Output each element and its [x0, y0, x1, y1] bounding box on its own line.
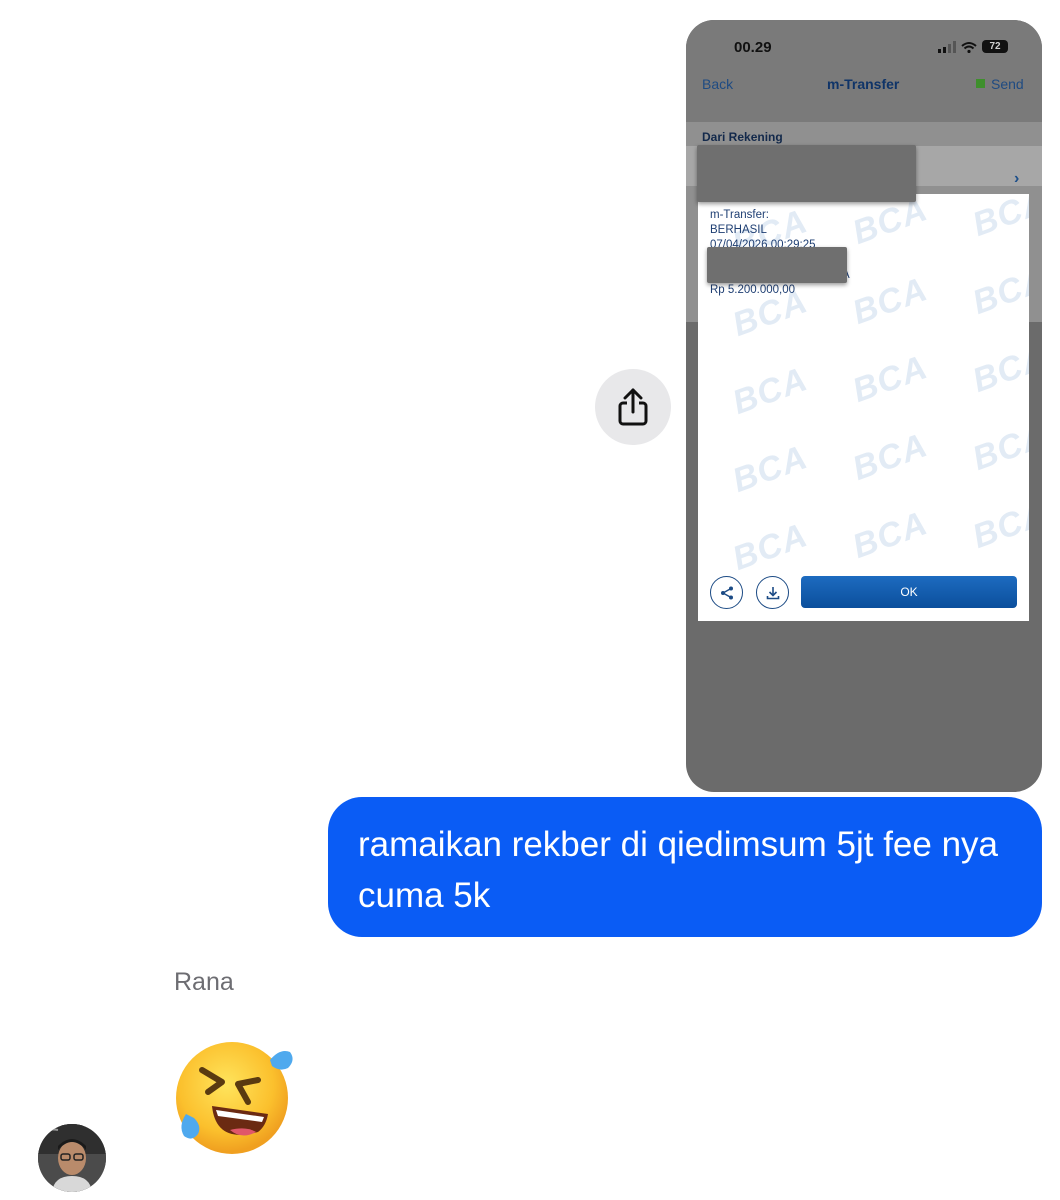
- section-label: Dari Rekening: [702, 130, 783, 144]
- redaction-block: [707, 247, 847, 283]
- receipt-type: m-Transfer:: [710, 209, 769, 221]
- watermark: BCA: [967, 416, 1029, 478]
- send-label: Send: [991, 76, 1024, 92]
- ok-button[interactable]: OK: [801, 576, 1017, 608]
- watermark: BCA: [967, 260, 1029, 322]
- battery-indicator: 72: [982, 40, 1008, 53]
- receipt-amount: Rp 5.200.000,00: [710, 284, 796, 296]
- watermark: BCA: [847, 270, 933, 332]
- green-square-icon: [976, 79, 985, 88]
- nav-title: m-Transfer: [827, 76, 900, 92]
- redaction-block: [697, 145, 916, 202]
- share-icon: [618, 388, 648, 426]
- share-nodes-icon: [720, 586, 733, 599]
- phone-status-bar: 00.29 72: [686, 20, 1042, 78]
- rolling-laughing-emoji-icon[interactable]: [172, 1040, 296, 1163]
- status-time: 00.29: [734, 39, 772, 56]
- watermark: BCA: [967, 194, 1029, 244]
- watermark: BCA: [727, 360, 813, 422]
- share-button[interactable]: [595, 369, 671, 445]
- watermark: BCA: [847, 504, 933, 566]
- phone-nav-bar: Back m-Transfer Send: [686, 76, 1042, 122]
- watermark: BCA: [847, 426, 933, 488]
- sender-name: Rana: [174, 968, 234, 996]
- receipt-share-button[interactable]: [710, 576, 743, 609]
- watermark: BCA: [967, 338, 1029, 400]
- watermark: BCA: [847, 194, 933, 252]
- chevron-right-icon: ›: [1014, 170, 1020, 187]
- watermark: BCA: [847, 348, 933, 410]
- back-label: Back: [702, 76, 734, 92]
- receipt-status: BERHASIL: [710, 224, 767, 236]
- signal-wifi-icon: [938, 41, 977, 53]
- receipt-download-button[interactable]: [756, 576, 789, 609]
- watermark: BCA: [727, 438, 813, 500]
- watermark: BCA: [727, 516, 813, 578]
- outgoing-message-bubble[interactable]: ramaikan rekber di qiedimsum 5jt fee nya…: [328, 797, 1042, 937]
- avatar[interactable]: [38, 1124, 106, 1192]
- download-icon: [766, 586, 779, 599]
- watermark: BCA: [967, 494, 1029, 556]
